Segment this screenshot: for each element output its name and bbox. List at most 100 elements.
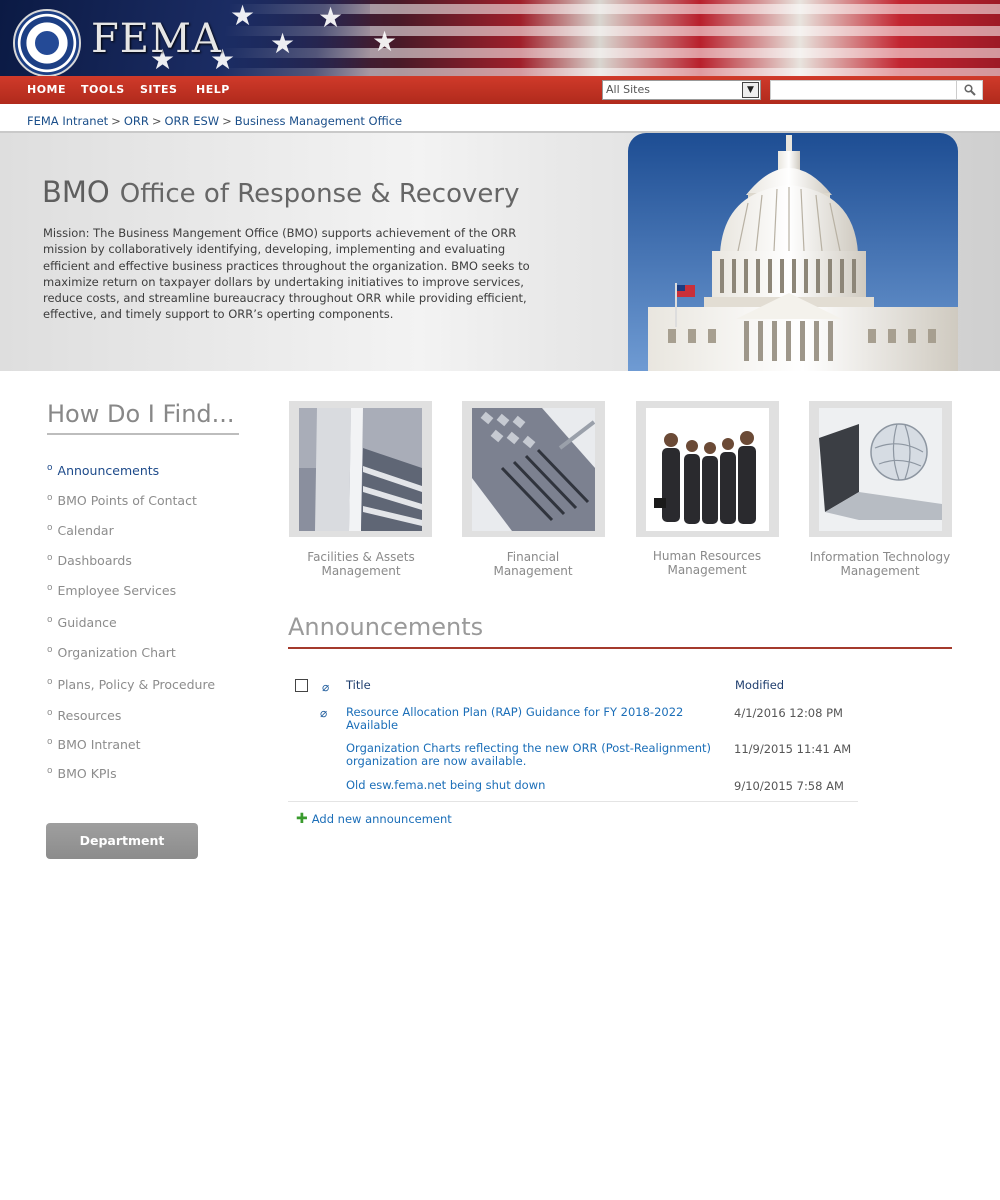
fema-logo[interactable]: FEMA [91,16,222,62]
sidebar-item-label: Calendar [57,523,114,538]
nav-sites[interactable]: SITES [140,83,177,96]
flag-star-icon: ★ [230,0,256,32]
breadcrumb-orr-esw[interactable]: ORR ESW [165,114,220,128]
sidebar-item-label: BMO Points of Contact [57,493,197,508]
sidebar-item-label: Employee Services [57,583,177,598]
announcement-modified: 9/10/2015 7:58 AM [734,779,844,793]
sidebar-item-label: Dashboards [57,553,132,568]
sidebar-item-label: Plans, Policy & Procedure [57,677,216,692]
bullet-icon: o [47,463,53,473]
page-title: BMO Office of Response & Recovery [42,175,519,209]
search-input[interactable] [770,80,957,100]
sidebar-item-label: Organization Chart [57,645,176,660]
tile-label-line: Management [840,564,920,578]
breadcrumb-separator: > [111,114,121,128]
facilities-building-image [299,408,422,531]
sidebar-item-organization-chart[interactable]: o Organization Chart [47,645,176,660]
breadcrumb-separator: > [222,114,232,128]
dhs-seal-logo [13,9,81,76]
divider [288,801,858,802]
add-new-announcement-link[interactable]: ✚ Add new announcement [296,811,452,827]
flag-star-icon: ★ [372,25,398,58]
column-header-modified[interactable]: Modified [735,678,784,692]
bullet-icon: o [47,677,53,687]
header-banner: ★ ★ ★ ★ ★ ★ FEMA [0,0,1000,76]
bullet-icon: o [47,553,53,563]
search-scope-select[interactable]: All Sites ▼ [602,80,761,100]
building-icon [299,408,422,531]
people-icon [646,408,769,531]
add-new-announcement-label: Add new announcement [311,812,452,826]
nav-help[interactable]: HELP [196,83,230,96]
select-all-checkbox[interactable] [295,679,308,692]
sidebar-heading: How Do I Find... [47,400,235,428]
sidebar-item-guidance[interactable]: o Guidance [47,615,117,630]
sidebar-item-bmo-kpis[interactable]: o BMO KPIs [47,766,117,781]
announcement-title-link[interactable]: Old esw.fema.net being shut down [346,779,716,792]
sidebar-item-announcements[interactable]: o Announcements [47,463,159,478]
sidebar-item-dashboards[interactable]: o Dashboards [47,553,132,568]
announcements-heading: Announcements [288,613,484,641]
sidebar-item-label: Announcements [57,463,160,478]
announcement-title-link[interactable]: Organization Charts reflecting the new O… [346,742,716,768]
tile-information-technology-label[interactable]: Information Technology Management [800,550,960,578]
flag-star-icon: ★ [318,1,344,34]
bullet-icon: o [47,583,53,593]
breadcrumb-bmo[interactable]: Business Management Office [235,114,402,128]
announcement-modified: 4/1/2016 12:08 PM [734,706,843,720]
mission-statement: Mission: The Business Mangement Office (… [43,226,530,322]
capitol-image [628,133,958,371]
nav-home[interactable]: HOME [27,83,66,96]
sidebar-item-label: BMO KPIs [57,766,117,781]
nav-tools[interactable]: TOOLS [81,83,125,96]
tile-label-line: Management [321,564,401,578]
bullet-icon: o [47,737,53,747]
tile-label-line: Management [493,564,573,578]
tile-financial[interactable] [462,401,605,537]
calculator-icon [472,408,595,531]
tile-human-resources-label[interactable]: Human Resources Management [627,549,787,577]
sidebar-item-label: Guidance [57,615,117,630]
breadcrumb-separator: > [151,114,162,128]
laptop-globe-icon [819,408,942,531]
sidebar-item-points-of-contact[interactable]: o BMO Points of Contact [47,493,197,508]
page-title-abbr: BMO [42,175,110,209]
plus-icon: ✚ [296,811,308,827]
sidebar-item-plans-policy[interactable]: o Plans, Policy & Procedure [47,677,215,692]
flag-star-icon: ★ [270,27,296,60]
breadcrumb-fema-intranet[interactable]: FEMA Intranet [27,114,108,128]
department-requests-button[interactable]: Department Requests [46,823,198,884]
bullet-icon: o [47,766,53,776]
sidebar-item-employee-services[interactable]: o Employee Services [47,583,176,598]
tile-facilities-label[interactable]: Facilities & Assets Management [281,550,441,578]
human-resources-image [646,408,769,531]
announcement-title-link[interactable]: Resource Allocation Plan (RAP) Guidance … [346,706,716,732]
eagle-icon [33,29,61,57]
sidebar-item-label: Resources [57,708,122,723]
page-title-full: Office of Response & Recovery [119,179,520,209]
financial-image [472,408,595,531]
divider [288,647,952,649]
column-header-title[interactable]: Title [346,678,371,692]
tile-label-line: Management [667,563,747,577]
search-button[interactable] [957,80,983,100]
tile-label-line: Facilities & Assets [307,550,415,564]
sidebar-item-bmo-intranet[interactable]: o BMO Intranet [47,737,141,752]
bullet-icon: o [47,708,53,718]
paperclip-icon: ⌀ [320,706,328,720]
chevron-down-icon[interactable]: ▼ [742,82,759,98]
bullet-icon: o [47,493,53,503]
divider [47,433,239,435]
sidebar-item-calendar[interactable]: o Calendar [47,523,114,538]
breadcrumb-orr[interactable]: ORR [124,114,149,128]
tile-financial-label[interactable]: Financial Management [453,550,613,578]
tile-label-line: Human Resources [652,549,762,563]
tile-human-resources[interactable] [636,401,779,537]
search-icon [963,84,976,96]
sidebar-item-resources[interactable]: o Resources [47,708,121,723]
bullet-icon: o [47,645,53,655]
tile-facilities[interactable] [289,401,432,537]
hero-banner: BMO Office of Response & Recovery Mission… [0,133,1000,371]
sidebar-item-label: BMO Intranet [57,737,141,752]
tile-information-technology[interactable] [809,401,952,537]
